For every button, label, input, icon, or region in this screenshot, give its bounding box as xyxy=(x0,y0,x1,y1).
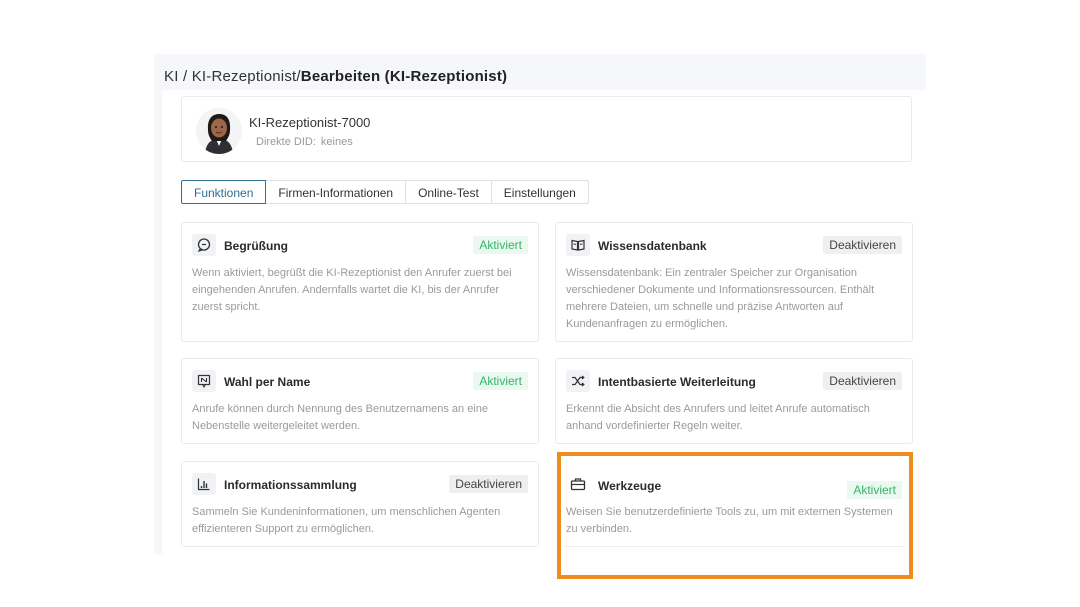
feature-description: Wenn aktiviert, begrüßt die KI-Rezeption… xyxy=(192,267,512,313)
tab-funktionen[interactable]: Funktionen xyxy=(181,180,267,204)
feature-title: Informationssammlung xyxy=(224,478,357,492)
feature-card-intentbasierte-weiterleitung: Intentbasierte Weiterleitung Deaktiviere… xyxy=(555,358,913,444)
avatar-illustration-icon xyxy=(196,108,242,154)
status-toggle-button[interactable]: Deaktivieren xyxy=(823,236,902,254)
feature-card-informationssammlung: Informationssammlung Deaktivieren Sammel… xyxy=(181,461,539,547)
feature-card-wahl-per-name: Wahl per Name Aktiviert Anrufe können du… xyxy=(181,358,539,444)
breadcrumb-ki-rezeptionist[interactable]: KI-Rezeptionist xyxy=(192,68,297,85)
did-label: Direkte DID: xyxy=(256,136,316,148)
feature-title: Begrüßung xyxy=(224,239,288,253)
avatar xyxy=(196,108,242,154)
feature-description: Wissensdatenbank: Ein zentraler Speicher… xyxy=(566,267,875,330)
feature-title: Wahl per Name xyxy=(224,375,311,389)
feature-card-wissensdatenbank: Wissensdatenbank Deaktivieren Wissensdat… xyxy=(555,222,913,342)
status-toggle-button[interactable]: Deaktivieren xyxy=(823,372,902,390)
chart-bars-icon xyxy=(192,473,216,495)
tab-bar: Funktionen Firmen-Informationen Online-T… xyxy=(181,180,589,204)
feature-title: Wissensdatenbank xyxy=(598,239,707,253)
status-toggle-button[interactable]: Aktiviert xyxy=(473,236,528,254)
name-dial-icon xyxy=(192,370,216,392)
breadcrumb-ki[interactable]: KI xyxy=(164,68,179,85)
feature-card-begruessung: Begrüßung Aktiviert Wenn aktiviert, begr… xyxy=(181,222,539,342)
shuffle-icon xyxy=(566,370,590,392)
status-toggle-button[interactable]: Aktiviert xyxy=(473,372,528,390)
chat-bubble-icon xyxy=(192,234,216,256)
feature-description: Anrufe können durch Nennung des Benutzer… xyxy=(192,403,488,432)
breadcrumb-current: Bearbeiten (KI-Rezeptionist) xyxy=(300,68,508,85)
direct-did: Direkte DID: keines xyxy=(256,136,353,148)
agent-name: KI-Rezeptionist-7000 xyxy=(249,115,371,130)
tab-online-test[interactable]: Online-Test xyxy=(405,180,492,204)
tab-firmen-informationen[interactable]: Firmen-Informationen xyxy=(265,180,407,204)
feature-description: Erkennt die Absicht des Anrufers und lei… xyxy=(566,403,870,432)
status-toggle-button[interactable]: Deaktivieren xyxy=(449,475,528,493)
feature-description: Sammeln Sie Kundeninformationen, um mens… xyxy=(192,506,501,535)
highlight-frame xyxy=(557,452,913,579)
feature-title: Intentbasierte Weiterleitung xyxy=(598,375,756,389)
agent-profile-card: KI-Rezeptionist-7000 Direkte DID: keines xyxy=(181,96,912,162)
did-value: keines xyxy=(320,136,353,148)
tab-einstellungen[interactable]: Einstellungen xyxy=(490,180,589,204)
breadcrumb-separator: / xyxy=(178,68,192,85)
book-icon xyxy=(566,234,590,256)
breadcrumb: KI / KI-Rezeptionist/Bearbeiten (KI-Reze… xyxy=(164,68,507,85)
